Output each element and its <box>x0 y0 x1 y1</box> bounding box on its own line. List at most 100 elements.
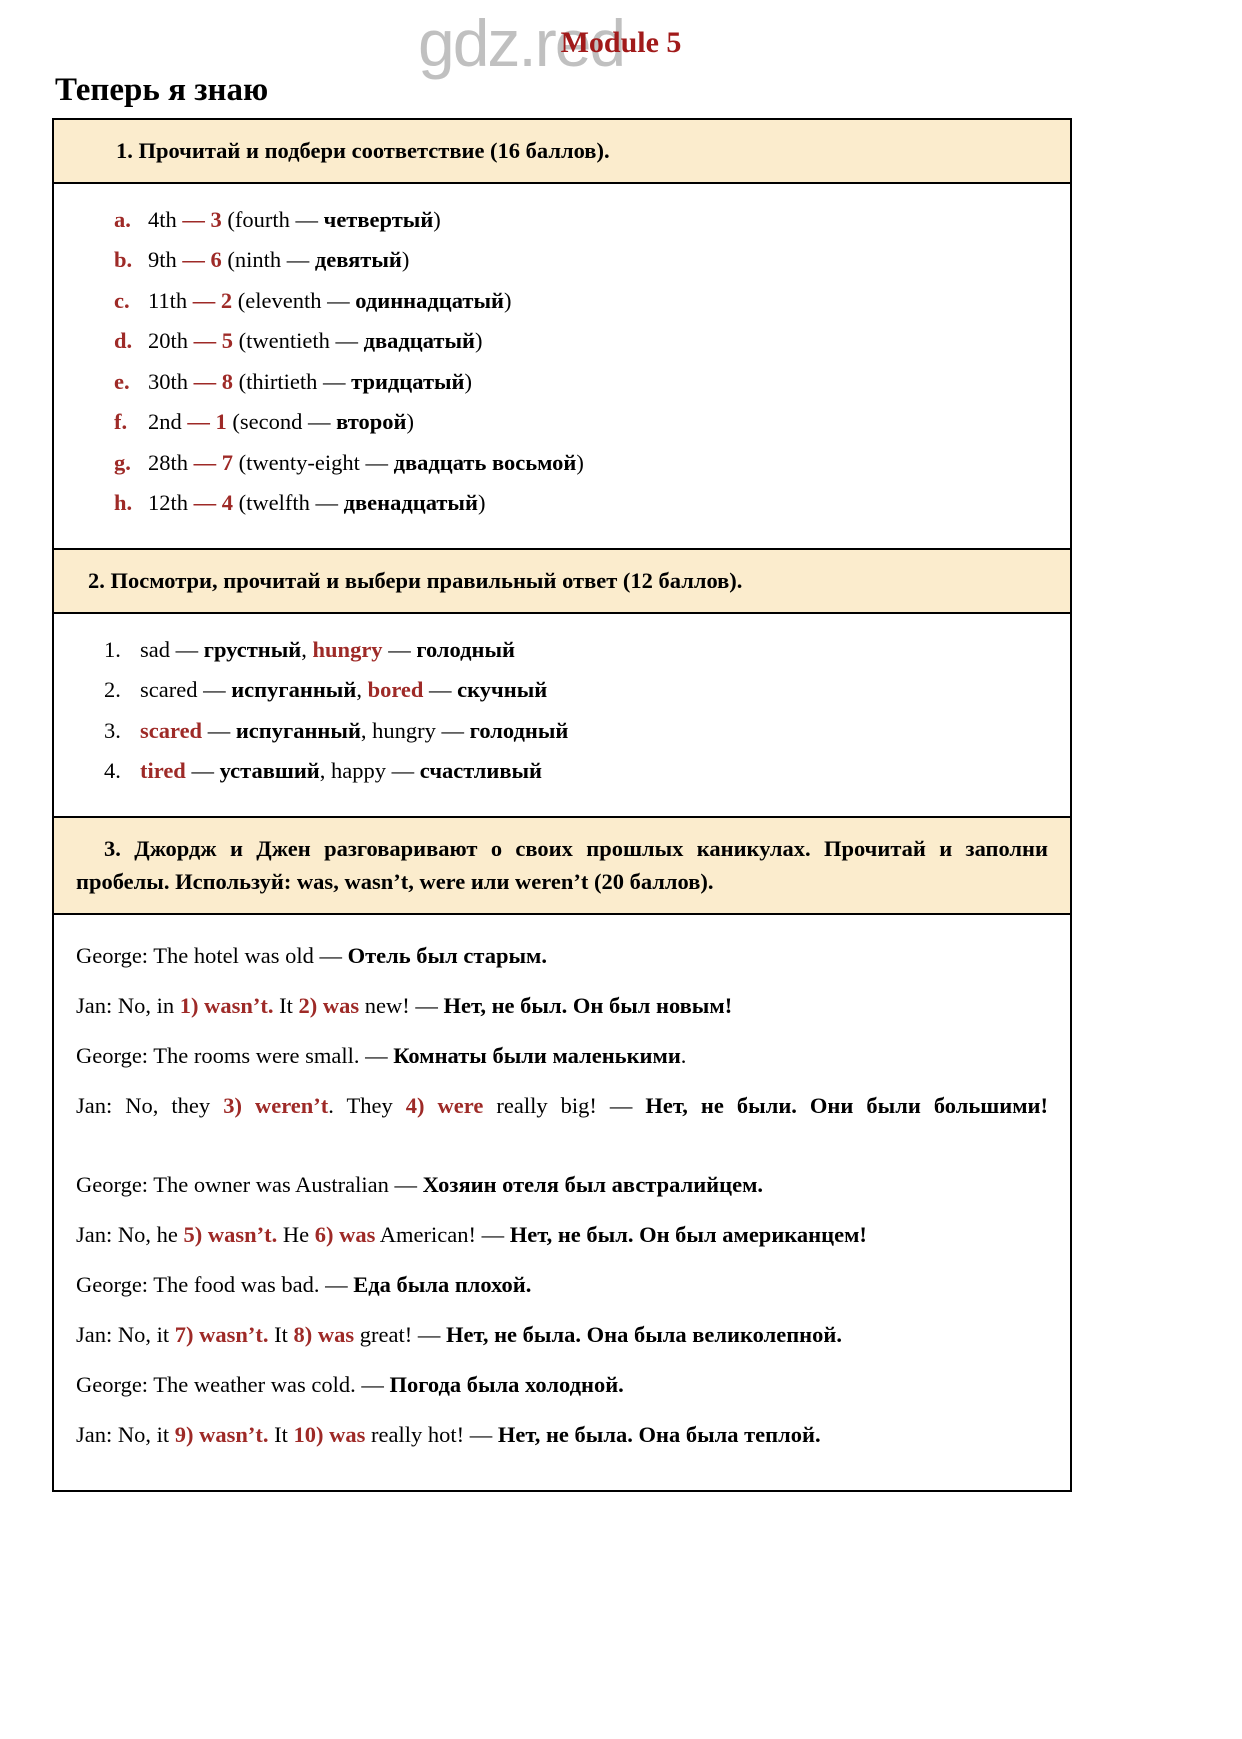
speaker-name: Jan: <box>76 993 113 1019</box>
item-marker: c. <box>114 287 130 313</box>
english-text: No, it <box>112 1422 175 1448</box>
closing-paren: ) <box>401 247 410 273</box>
item-marker: g. <box>114 449 131 475</box>
item-marker: d. <box>114 328 133 354</box>
speaker-name: George: <box>76 1372 149 1398</box>
english-word: (twenty-eight — <box>233 449 394 475</box>
item-marker: b. <box>114 247 133 273</box>
worksheet-page: gdz.red gdz.red gdz.red gdz.red gdz.red … <box>0 0 1242 1739</box>
dash: — <box>185 758 220 783</box>
english-text: No, he <box>112 1221 184 1247</box>
item-marker: e. <box>114 368 130 394</box>
task3-dialogue: George: The hotel was old — Отель был ст… <box>54 915 1070 1491</box>
english-text: It <box>268 1322 294 1347</box>
gap-answer: 7) wasn’t. <box>174 1322 269 1347</box>
task1-body: a. 4th — 3 (fourth — четвертый) b. 9th — 6 … <box>54 183 1070 550</box>
dialogue-line: Jan: No, it 7) wasn’t. It 8) was great! … <box>76 1310 1048 1360</box>
russian-translation: Нет, не был. Он был американцем! <box>509 1221 867 1247</box>
task2-header-text: 2. Посмотри, прочитай и выбери правильны… <box>88 567 743 593</box>
english-text: No, they <box>112 1093 224 1119</box>
ordinal-english: 4th <box>148 206 183 232</box>
english-text: The hotel was old — <box>148 943 348 968</box>
task2-answer-list: 1. sad — грустный, hungry — голодный 2. sca… <box>76 630 1048 792</box>
dash: — <box>382 636 417 662</box>
match-answer: — 4 <box>193 490 234 516</box>
dialogue-line: George: The weather was cold. — Погода б… <box>76 1360 1048 1410</box>
english-text: really big! — <box>483 1093 646 1119</box>
match-answer: — 1 <box>187 409 227 435</box>
english-text: . <box>680 1043 687 1069</box>
english-text: really hot! — <box>365 1422 498 1448</box>
comma: , <box>301 636 313 662</box>
gap-answer: 10) was <box>293 1422 366 1448</box>
page-title: Теперь я знаю <box>55 72 269 108</box>
ordinal-english: 9th <box>148 247 183 273</box>
english-word-1: scared <box>140 677 198 702</box>
ordinal-english: 2nd <box>148 409 188 435</box>
english-text: great! — <box>354 1322 446 1347</box>
russian-word-1: уставший <box>219 758 320 783</box>
speaker-name: Jan: <box>76 1322 113 1347</box>
match-answer: — 2 <box>192 287 233 313</box>
match-answer: — 6 <box>182 247 222 273</box>
task1-header: 1. Прочитай и подбери соответствие (16 б… <box>54 120 1070 184</box>
russian-translation: Хозяин отеля был австралийцем. <box>422 1171 764 1197</box>
item-marker: 2. <box>104 677 121 702</box>
item-marker: h. <box>114 490 133 516</box>
russian-word: двенадцатый <box>343 490 478 516</box>
task3-header-text: 3. Джордж и Джен разговаривают о своих п… <box>76 835 1048 895</box>
english-text: No, it <box>112 1322 175 1347</box>
english-text: new! — <box>359 993 444 1019</box>
task1-answer-list: a. 4th — 3 (fourth — четвертый) b. 9th — 6 … <box>76 200 1048 524</box>
russian-word-1: грустный <box>203 636 302 662</box>
russian-word: четвертый <box>323 206 434 232</box>
item-marker: 4. <box>104 758 121 783</box>
dialogue-line: George: The rooms were small. — Комнаты … <box>76 1031 1048 1081</box>
match-answer: — 7 <box>193 449 234 475</box>
english-word-1: tired <box>140 758 186 783</box>
dash: — <box>197 677 232 702</box>
english-word: (thirtieth — <box>233 368 352 394</box>
english-word: (second — <box>226 409 337 435</box>
gap-answer: 2) was <box>298 993 360 1019</box>
english-text: The rooms were small. — <box>148 1043 394 1069</box>
english-word: (eleventh — <box>232 287 356 313</box>
list-item: 4. tired — уставший, happy — счастливый <box>76 751 1048 792</box>
russian-word: двадцатый <box>363 328 476 354</box>
match-answer: — 3 <box>182 206 222 232</box>
russian-word-1: испуганный <box>235 717 361 743</box>
russian-word: одиннадцатый <box>355 287 504 313</box>
closing-paren: ) <box>475 328 483 354</box>
russian-translation: Нет, не был. Он был новым! <box>443 993 733 1019</box>
closing-paren: ) <box>504 287 512 313</box>
closing-paren: ) <box>433 206 441 232</box>
english-text: It <box>273 993 299 1019</box>
ordinal-english: 12th <box>148 490 194 516</box>
english-word-2: bored <box>367 677 424 702</box>
gap-answer: 6) was <box>314 1221 376 1247</box>
russian-translation: Отель был старым. <box>347 943 547 968</box>
english-word-2: happy <box>331 758 387 783</box>
english-text: American! — <box>375 1221 510 1247</box>
dialogue-line: George: The owner was Australian — Хозяи… <box>76 1160 1048 1210</box>
dash: — <box>386 758 420 783</box>
list-item: e. 30th — 8 (thirtieth — тридцатый) <box>76 362 1048 403</box>
russian-word: двадцать восьмой <box>393 449 577 475</box>
closing-paren: ) <box>406 409 414 435</box>
russian-word-2: голодный <box>416 636 516 662</box>
russian-translation: Погода была холодной. <box>389 1372 624 1398</box>
russian-word: девятый <box>314 247 402 273</box>
dash: — <box>423 677 458 702</box>
gap-answer: 1) wasn’t. <box>179 993 274 1019</box>
gap-answer: 3) weren’t <box>223 1093 329 1119</box>
list-item: a. 4th — 3 (fourth — четвертый) <box>76 200 1048 241</box>
dialogue-line: Jan: No, he 5) wasn’t. He 6) was America… <box>76 1210 1048 1260</box>
list-item: f. 2nd — 1 (second — второй) <box>76 402 1048 443</box>
gap-answer: 8) was <box>293 1322 355 1347</box>
gap-answer: 4) were <box>405 1093 484 1119</box>
list-item: d. 20th — 5 (twentieth — двадцатый) <box>76 321 1048 362</box>
dash: — <box>170 636 204 662</box>
closing-paren: ) <box>477 490 486 516</box>
comma: , <box>360 717 373 743</box>
english-word: (fourth — <box>221 206 324 232</box>
